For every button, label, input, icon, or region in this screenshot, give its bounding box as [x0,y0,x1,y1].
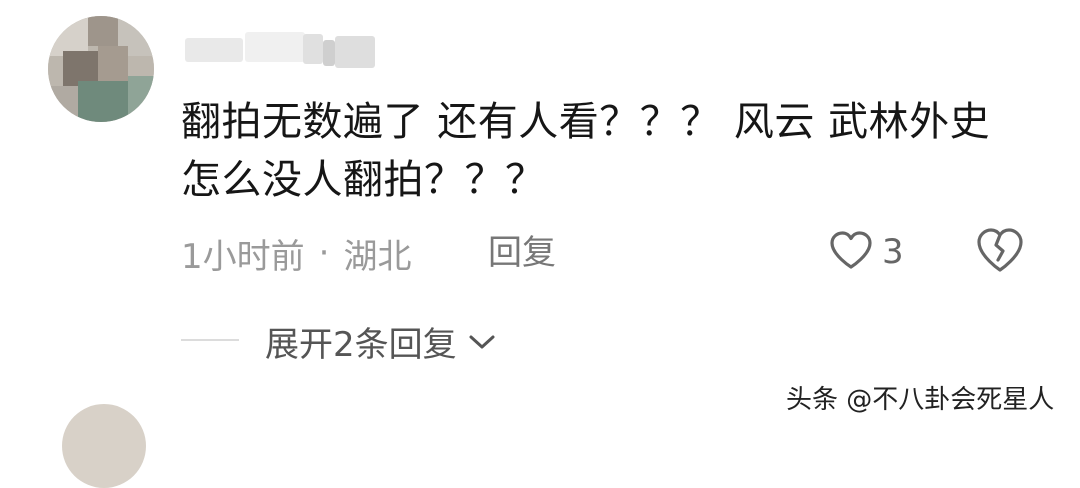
dislike-button[interactable] [974,226,1026,278]
heart-icon [828,229,874,275]
like-button[interactable]: 3 [828,226,904,278]
comment-meta: 1小时前 · 湖北 [181,228,411,278]
comment-text: 翻拍无数遍了 还有人看？？？ 风云 武林外史 怎么没人翻拍？？？ [181,99,1004,203]
like-count: 3 [882,232,904,272]
avatar[interactable] [48,16,154,122]
comment-location: 湖北 [343,236,412,277]
replies-divider [181,339,239,341]
chevron-down-icon [457,321,497,361]
comment-item: 翻拍无数遍了 还有人看？？？ 风云 武林外史 怎么没人翻拍？？？ 1小时前 · … [0,0,1080,488]
reply-button[interactable]: 回复 [488,228,556,278]
expand-replies-button[interactable]: 展开2条回复 [265,316,497,366]
next-comment-avatar[interactable] [62,404,146,488]
expand-replies-label: 展开2条回复 [265,324,457,365]
username-blurred[interactable] [185,28,385,74]
watermark: 头条 @不八卦会死星人 [786,385,1055,415]
broken-heart-icon [974,228,1026,278]
meta-separator: · [318,233,330,273]
comment-time: 1小时前 [181,236,305,277]
